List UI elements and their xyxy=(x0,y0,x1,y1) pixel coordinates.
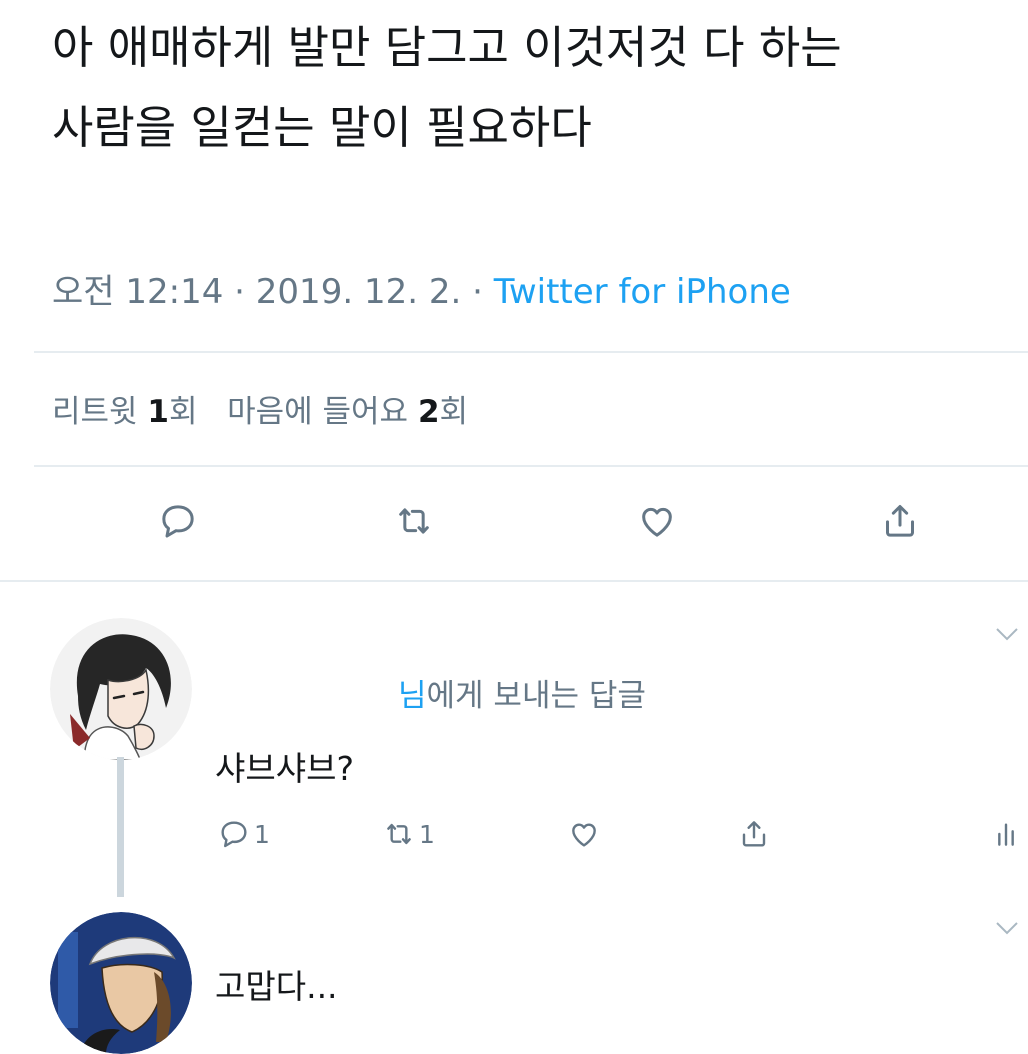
reply-like-button[interactable] xyxy=(568,812,600,856)
reply-icon xyxy=(162,505,194,538)
retweet-stat[interactable]: 리트윗 1회 xyxy=(52,394,198,430)
like-stat[interactable]: 마음에 들어요 2회 xyxy=(227,394,468,430)
share-icon xyxy=(886,505,914,537)
avatar[interactable] xyxy=(50,912,192,1054)
meta-separator: · xyxy=(472,272,494,312)
retweet-stat-unit: 회 xyxy=(169,394,198,430)
chevron-down-icon[interactable] xyxy=(992,622,1022,646)
retweet-stat-label: 리트윗 xyxy=(52,394,138,430)
reply-share-button[interactable] xyxy=(738,812,770,856)
reply-text: 고맙다... xyxy=(215,967,338,1006)
meta-separator: · xyxy=(234,272,256,312)
thread-connector xyxy=(117,757,124,897)
share-icon xyxy=(742,821,766,847)
reply-button[interactable] xyxy=(148,495,208,547)
analytics-button[interactable] xyxy=(990,812,1022,856)
tweet-date: 2019. 12. 2. xyxy=(255,272,462,312)
divider xyxy=(34,465,1028,467)
reply-text: 샤브샤브? xyxy=(215,749,354,788)
tweet-meta: 오전 12:14 · 2019. 12. 2. · Twitter for iP… xyxy=(52,264,791,313)
retweet-count: 1 xyxy=(419,819,435,849)
reply-reply-button[interactable]: 1 xyxy=(218,812,270,856)
like-stat-unit: 회 xyxy=(439,394,469,430)
retweet-icon xyxy=(387,823,411,845)
share-button[interactable] xyxy=(870,495,930,547)
chevron-down-icon[interactable] xyxy=(992,916,1022,940)
heart-icon xyxy=(642,507,672,537)
tweet-time: 오전 12:14 xyxy=(52,272,224,312)
tweet-text-line-1: 아 애매하게 발만 담그고 이것저것 다 하는 xyxy=(52,21,842,74)
tweet-text-line-2: 사람을 일컫는 말이 필요하다 xyxy=(52,101,592,154)
retweet-button[interactable] xyxy=(384,495,444,547)
divider xyxy=(34,351,1028,353)
reply-to-text: 에게 보내는 답글 xyxy=(426,678,646,714)
reply-to-label: 님에게 보내는 답글 xyxy=(398,670,646,715)
reply-retweet-button[interactable]: 1 xyxy=(383,812,435,856)
like-stat-count: 2 xyxy=(417,394,440,430)
tweet-text: 아 애매하게 발만 담그고 이것저것 다 하는 사람을 일컫는 말이 필요하다 xyxy=(52,8,1022,168)
analytics-icon xyxy=(998,823,1014,846)
retweet-icon xyxy=(399,508,429,534)
divider xyxy=(0,580,1028,582)
avatar[interactable] xyxy=(50,618,192,760)
like-stat-label: 마음에 들어요 xyxy=(227,394,409,430)
tweet-source-link[interactable]: Twitter for iPhone xyxy=(494,272,791,312)
reply-to-handle[interactable]: 님 xyxy=(398,678,427,714)
like-button[interactable] xyxy=(627,495,687,547)
heart-icon xyxy=(572,823,596,847)
retweet-stat-count: 1 xyxy=(147,394,169,430)
reply-icon xyxy=(221,821,247,848)
reply-count: 1 xyxy=(254,819,270,849)
tweet-stats: 리트윗 1회 마음에 들어요 2회 xyxy=(52,386,468,431)
